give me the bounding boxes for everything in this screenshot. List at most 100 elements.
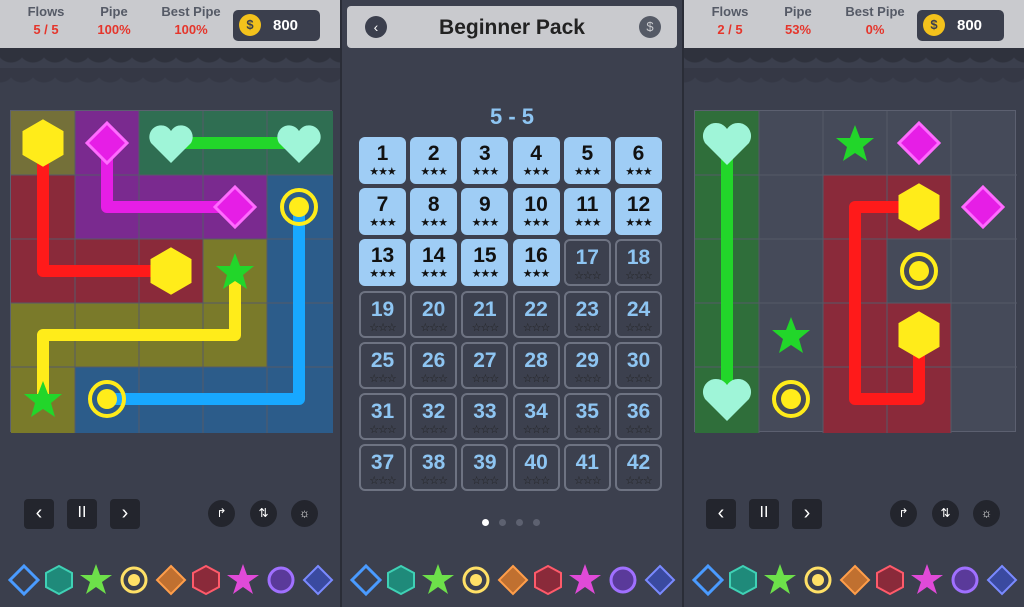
level-stars: ☆☆☆ xyxy=(625,475,653,488)
level-button[interactable]: 17 ☆☆☆ xyxy=(563,239,611,287)
star-icon xyxy=(80,564,112,594)
hint-button[interactable]: ↱ xyxy=(890,500,917,527)
diamond-icon xyxy=(839,564,871,596)
coin-amount: 800 xyxy=(273,17,299,34)
level-button[interactable]: 4 ★★★ xyxy=(512,137,560,184)
hexagon-icon xyxy=(192,564,220,596)
page-dot[interactable] xyxy=(482,519,489,526)
level-button[interactable]: 6 ★★★ xyxy=(615,137,662,184)
level-number: 13 xyxy=(370,244,395,268)
level-stars: ★★★ xyxy=(574,166,602,178)
level-button[interactable]: 5 ★★★ xyxy=(563,137,611,184)
pause-button[interactable]: II xyxy=(749,499,779,529)
star-icon xyxy=(911,564,943,594)
level-button[interactable]: 16 ★★★ xyxy=(512,239,560,287)
level-button[interactable]: 14 ★★★ xyxy=(410,239,458,287)
level-number: 5 xyxy=(581,142,594,165)
level-button[interactable]: 39 ☆☆☆ xyxy=(461,444,509,492)
coin-counter[interactable]: $ 800 xyxy=(233,10,320,41)
level-button[interactable]: 31 ☆☆☆ xyxy=(359,393,406,440)
level-button[interactable]: 32 ☆☆☆ xyxy=(410,393,458,440)
money-bag-icon[interactable]: $ xyxy=(639,16,661,38)
level-stars: ☆☆☆ xyxy=(471,372,500,385)
level-number: 6 xyxy=(632,142,645,165)
level-number: 25 xyxy=(370,348,395,372)
level-button[interactable]: 34 ☆☆☆ xyxy=(512,393,560,440)
route-button[interactable]: ⇅ xyxy=(250,500,277,527)
level-number: 9 xyxy=(479,193,491,217)
pause-button[interactable]: II xyxy=(67,499,97,529)
level-button[interactable]: 28 ☆☆☆ xyxy=(512,341,560,389)
level-button[interactable]: 15 ★★★ xyxy=(461,239,509,287)
level-button[interactable]: 25 ☆☆☆ xyxy=(359,341,406,389)
level-stars: ★★★ xyxy=(625,217,653,230)
level-button[interactable]: 18 ☆☆☆ xyxy=(615,239,662,287)
page-dot[interactable] xyxy=(533,519,540,526)
level-stars: ★★★ xyxy=(369,268,397,281)
game-board[interactable] xyxy=(10,110,333,433)
level-button[interactable]: 37 ☆☆☆ xyxy=(359,444,406,492)
hint-button[interactable]: ↱ xyxy=(208,500,235,527)
level-button[interactable]: 20 ☆☆☆ xyxy=(410,290,458,338)
level-stars: ★★★ xyxy=(369,166,397,178)
level-stars: ☆☆☆ xyxy=(522,475,551,488)
pipe-value: 53% xyxy=(784,22,812,37)
level-button[interactable]: 42 ☆☆☆ xyxy=(615,444,662,492)
level-stars: ☆☆☆ xyxy=(522,321,551,334)
next-level-button[interactable]: › xyxy=(792,499,822,529)
level-button[interactable]: 24 ☆☆☆ xyxy=(615,290,662,338)
level-button[interactable]: 33 ☆☆☆ xyxy=(461,393,509,440)
level-stars: ☆☆☆ xyxy=(522,372,551,385)
level-button[interactable]: 38 ☆☆☆ xyxy=(410,444,458,492)
level-number: 29 xyxy=(575,348,599,372)
level-button[interactable]: 35 ☆☆☆ xyxy=(563,393,611,440)
level-button[interactable]: 27 ☆☆☆ xyxy=(461,341,509,389)
route-button[interactable]: ⇅ xyxy=(932,500,959,527)
level-button[interactable]: 30 ☆☆☆ xyxy=(615,341,662,389)
page-dot[interactable] xyxy=(516,519,523,526)
level-stars: ★★★ xyxy=(471,268,500,281)
level-button[interactable]: 1 ★★★ xyxy=(359,137,406,184)
star-icon xyxy=(227,564,259,594)
circle-icon xyxy=(951,566,979,594)
level-button[interactable]: 21 ☆☆☆ xyxy=(461,290,509,338)
diamond-icon xyxy=(7,563,41,597)
level-number: 28 xyxy=(524,348,548,372)
pipe-value: 100% xyxy=(97,22,131,37)
level-button[interactable]: 19 ☆☆☆ xyxy=(359,290,406,338)
level-stars: ☆☆☆ xyxy=(420,321,448,334)
hexagon-icon xyxy=(22,119,64,167)
level-button[interactable]: 9 ★★★ xyxy=(461,188,509,236)
bulb-button[interactable]: ☼ xyxy=(291,500,318,527)
level-button[interactable]: 40 ☆☆☆ xyxy=(512,444,560,492)
level-button[interactable]: 3 ★★★ xyxy=(461,137,509,184)
level-button[interactable]: 22 ☆☆☆ xyxy=(512,290,560,338)
prev-level-button[interactable]: ‹ xyxy=(706,499,736,529)
level-button[interactable]: 11 ★★★ xyxy=(563,188,611,236)
level-button[interactable]: 41 ☆☆☆ xyxy=(563,444,611,492)
level-button[interactable]: 8 ★★★ xyxy=(410,188,458,236)
level-button[interactable]: 36 ☆☆☆ xyxy=(615,393,662,440)
next-level-button[interactable]: › xyxy=(110,499,140,529)
level-number: 3 xyxy=(479,142,491,165)
best-pipe-value: 0% xyxy=(865,22,885,37)
level-button[interactable]: 23 ☆☆☆ xyxy=(563,290,611,338)
level-button[interactable]: 2 ★★★ xyxy=(410,137,458,184)
level-button[interactable]: 10 ★★★ xyxy=(512,188,560,236)
bulb-button[interactable]: ☼ xyxy=(973,500,1000,527)
level-button[interactable]: 12 ★★★ xyxy=(615,188,662,236)
level-button[interactable]: 7 ★★★ xyxy=(359,188,406,236)
page-dot[interactable] xyxy=(499,519,506,526)
bulb-icon: ☼ xyxy=(299,506,310,520)
level-number: 39 xyxy=(473,451,497,475)
game-board[interactable] xyxy=(694,110,1017,433)
level-number: 18 xyxy=(626,246,651,270)
page-indicator xyxy=(482,519,542,527)
prev-level-button[interactable]: ‹ xyxy=(24,499,54,529)
level-button[interactable]: 26 ☆☆☆ xyxy=(410,341,458,389)
level-number: 40 xyxy=(524,451,548,475)
coin-counter[interactable]: $ 800 xyxy=(917,10,1004,41)
level-stars: ☆☆☆ xyxy=(369,321,397,334)
level-button[interactable]: 29 ☆☆☆ xyxy=(563,341,611,389)
level-button[interactable]: 13 ★★★ xyxy=(359,239,406,287)
